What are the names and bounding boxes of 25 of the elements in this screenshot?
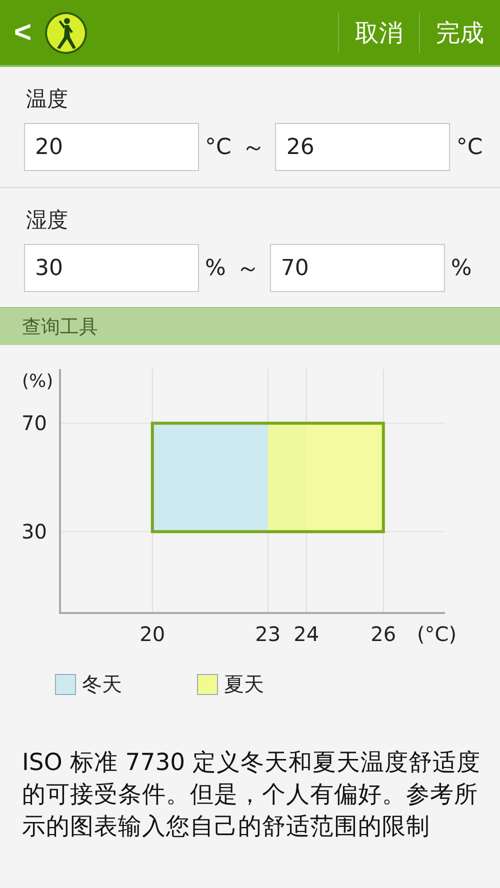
y-axis-label: (%) <box>22 371 54 392</box>
legend-label: 冬天 <box>82 671 122 698</box>
max-input[interactable]: 70 <box>270 244 445 292</box>
field-label: 湿度 <box>25 207 69 234</box>
walker-icon <box>44 10 88 54</box>
min-input[interactable]: 30 <box>24 244 199 292</box>
unit-label: °C <box>456 134 483 160</box>
field-label: 温度 <box>25 86 69 113</box>
y-tick-label: 30 <box>22 520 47 544</box>
legend-label: 夏天 <box>224 671 264 698</box>
unit-label: % <box>450 256 472 280</box>
unit-label: % <box>205 256 226 280</box>
section-title: 查询工具 <box>22 314 98 340</box>
y-tick-label: 70 <box>22 411 47 436</box>
unit-label: °C <box>205 134 232 160</box>
x-axis-label: (°C) <box>417 622 457 646</box>
x-tick-label: 26 <box>370 622 396 646</box>
range-separator: ～ <box>241 132 266 163</box>
range-separator: ～ <box>236 253 260 284</box>
description-text: ISO 标准 7730 定义冬天和夏天温度舒适度的可接受条件。但是，个人有偏好。参考所示的图表输入您自己的舒适范围的限制 <box>21 747 482 842</box>
x-tick-label: 23 <box>255 622 281 646</box>
x-tick-label: 24 <box>294 622 320 646</box>
min-input[interactable]: 20 <box>24 123 199 171</box>
x-tick-label: 20 <box>140 622 166 646</box>
max-input[interactable]: 26 <box>275 123 450 171</box>
